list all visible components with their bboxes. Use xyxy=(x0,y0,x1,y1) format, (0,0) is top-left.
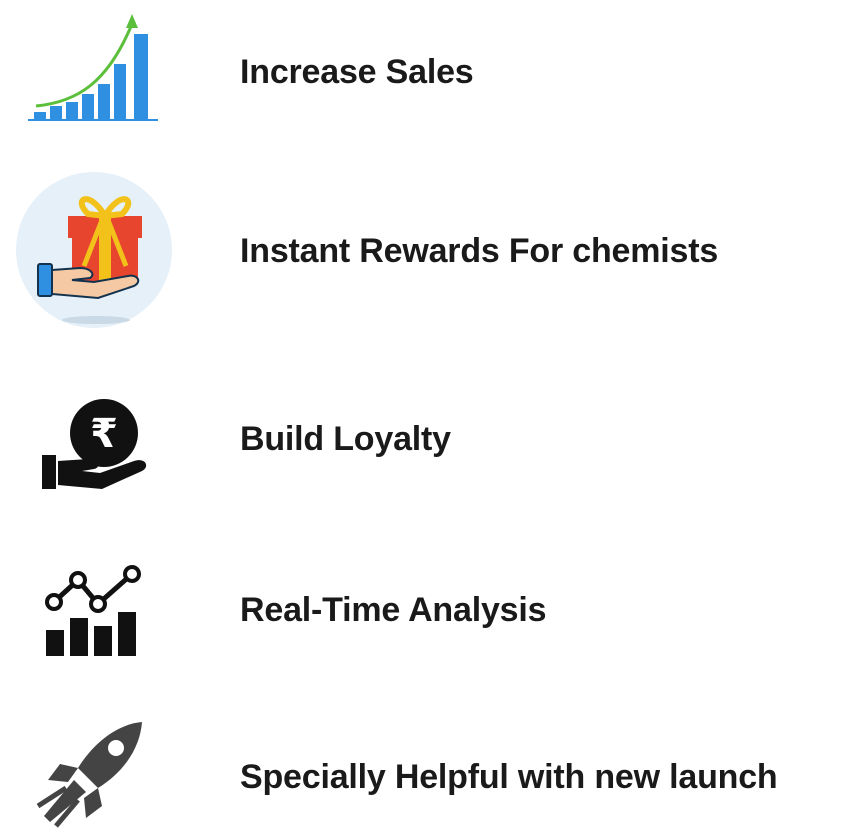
feature-label: Increase Sales xyxy=(240,53,474,91)
feature-real-time-analysis: Real-Time Analysis xyxy=(0,550,858,670)
gift-in-hand-icon xyxy=(10,170,178,330)
feature-label: Build Loyalty xyxy=(240,420,451,458)
feature-label: Instant Rewards For chemists xyxy=(240,232,719,270)
rupee-coin-hand-icon: ₹ xyxy=(38,395,152,495)
feature-list: Increase Sales Instant Rewards For chemi… xyxy=(0,0,858,837)
svg-text:₹: ₹ xyxy=(90,411,118,457)
feature-increase-sales: Increase Sales xyxy=(0,0,858,150)
feature-build-loyalty: ₹ Build Loyalty xyxy=(0,385,858,505)
line-bar-analytics-icon xyxy=(42,560,148,660)
feature-instant-rewards: Instant Rewards For chemists xyxy=(0,160,858,340)
rocket-icon xyxy=(30,718,150,830)
feature-label: Real-Time Analysis xyxy=(240,591,547,629)
rising-bar-chart-icon xyxy=(28,12,158,124)
feature-new-launch: Specially Helpful with new launch xyxy=(0,710,858,837)
feature-label: Specially Helpful with new launch xyxy=(240,758,778,796)
